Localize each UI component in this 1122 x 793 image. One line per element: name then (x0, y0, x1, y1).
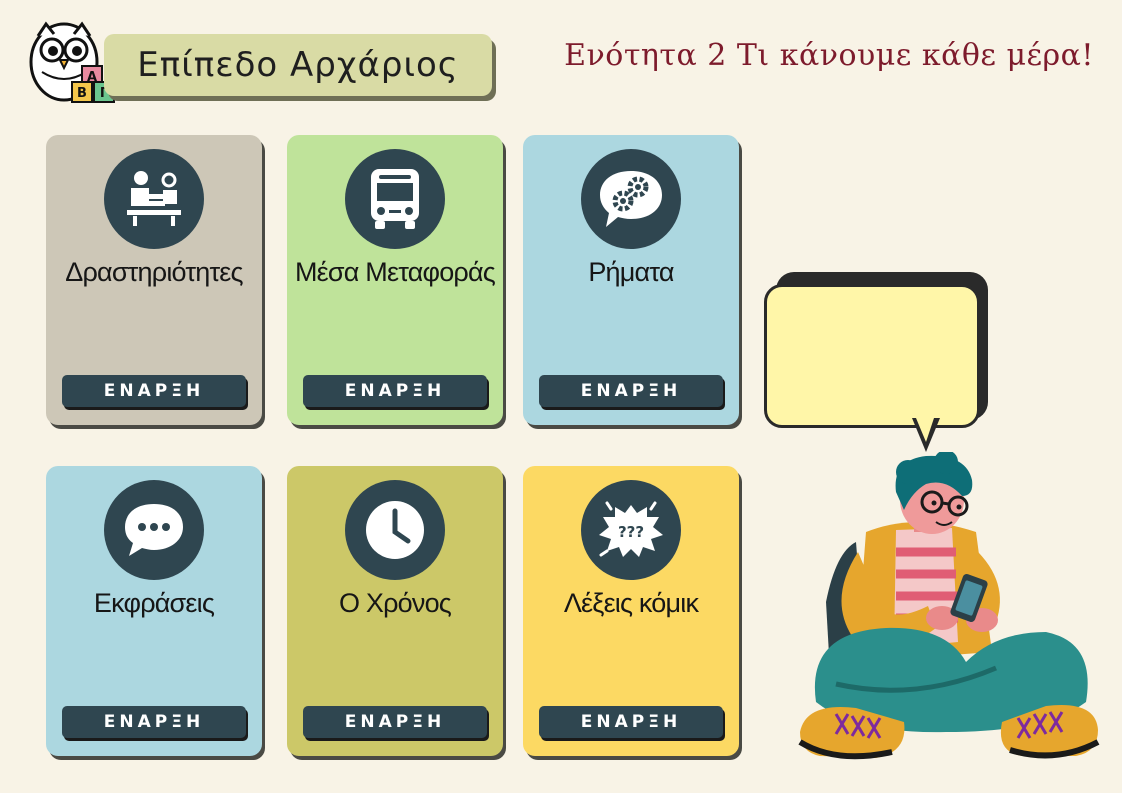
speech-bubble (764, 284, 980, 428)
start-button[interactable]: ΕΝΑΡΞΗ (62, 375, 246, 407)
chat-bubble-icon (104, 480, 204, 580)
card-verbs[interactable]: Ρήματα ΕΝΑΡΞΗ (523, 135, 739, 425)
card-comic-words[interactable]: ??? Λέξεις κόμικ ΕΝΑΡΞΗ (523, 466, 739, 756)
logo-letter-a: A (87, 70, 97, 85)
card-label: Δραστηριότητες (65, 257, 243, 287)
clock-icon (345, 480, 445, 580)
card-label: Ο Χρόνος (338, 588, 452, 618)
start-button[interactable]: ΕΝΑΡΞΗ (303, 706, 487, 738)
card-label: Λέξεις κόμικ (563, 588, 699, 618)
card-label: Ρήματα (588, 257, 674, 287)
start-button[interactable]: ΕΝΑΡΞΗ (62, 706, 246, 738)
card-transport[interactable]: Μέσα Μεταφοράς ΕΝΑΡΞΗ (287, 135, 503, 425)
activities-icon (104, 149, 204, 249)
start-button[interactable]: ΕΝΑΡΞΗ (303, 375, 487, 407)
comic-burst-icon: ??? (581, 480, 681, 580)
bus-icon (345, 149, 445, 249)
boy-with-phone-illustration (798, 452, 1100, 760)
logo-letter-b: B (77, 86, 87, 101)
start-button[interactable]: ΕΝΑΡΞΗ (539, 706, 723, 738)
gears-speech-icon (581, 149, 681, 249)
start-button[interactable]: ΕΝΑΡΞΗ (539, 375, 723, 407)
card-activities[interactable]: Δραστηριότητες ΕΝΑΡΞΗ (46, 135, 262, 425)
unit-title: Ενότητα 2 Τι κάνουμε κάθε μέρα! (564, 38, 1094, 73)
level-title: Επίπεδο Αρχάριος (104, 34, 492, 96)
svg-text:???: ??? (618, 523, 644, 541)
card-label: Εκφράσεις (93, 588, 215, 618)
card-time[interactable]: Ο Χρόνος ΕΝΑΡΞΗ (287, 466, 503, 756)
card-label: Μέσα Μεταφοράς (294, 257, 496, 287)
card-expressions[interactable]: Εκφράσεις ΕΝΑΡΞΗ (46, 466, 262, 756)
